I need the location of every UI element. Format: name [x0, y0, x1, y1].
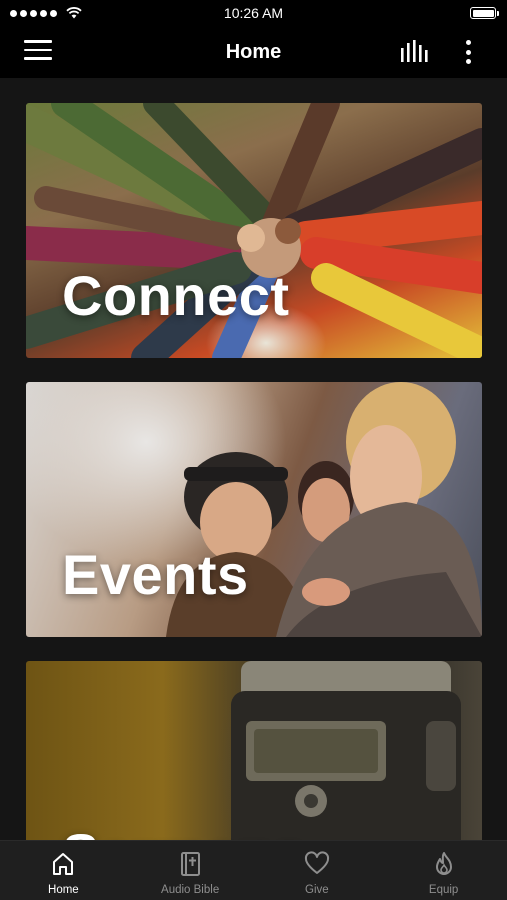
card-label-sermons: Sermons — [62, 821, 305, 840]
tab-home[interactable]: Home — [0, 841, 127, 900]
card-sermons[interactable]: Sermons — [26, 661, 482, 840]
bible-icon — [181, 852, 201, 876]
tab-bar: Home Audio Bible Give Equip — [0, 840, 507, 900]
vintage-microphone-image — [231, 661, 461, 840]
card-label-connect: Connect — [62, 264, 290, 327]
tab-give[interactable]: Give — [254, 841, 381, 900]
page-title: Home — [225, 40, 282, 63]
wifi-icon — [66, 7, 82, 19]
tab-label-audio-bible: Audio Bible — [161, 884, 220, 896]
stats-icon[interactable] — [400, 40, 430, 62]
heart-icon — [304, 851, 329, 874]
content-feed: Connect Events — [0, 78, 507, 840]
card-connect[interactable]: Connect — [26, 103, 482, 358]
home-icon — [53, 853, 74, 875]
battery-icon — [470, 7, 499, 19]
navigation-bar: Home — [0, 26, 507, 78]
tab-equip[interactable]: Equip — [380, 841, 507, 900]
tab-audio-bible[interactable]: Audio Bible — [127, 841, 254, 900]
status-bar: 10:26 AM — [0, 0, 507, 26]
app-screen: 10:26 AM Home Connect Events Home Audio … — [0, 0, 507, 900]
signal-strength-icon — [10, 7, 82, 19]
tab-label-give: Give — [305, 884, 329, 896]
menu-icon[interactable] — [24, 40, 52, 62]
card-events[interactable]: Events — [26, 382, 482, 637]
card-label-events: Events — [62, 543, 249, 606]
tab-label-equip: Equip — [428, 884, 459, 896]
more-icon[interactable] — [460, 38, 476, 66]
flame-icon — [435, 852, 452, 875]
tab-label-home: Home — [48, 884, 79, 896]
